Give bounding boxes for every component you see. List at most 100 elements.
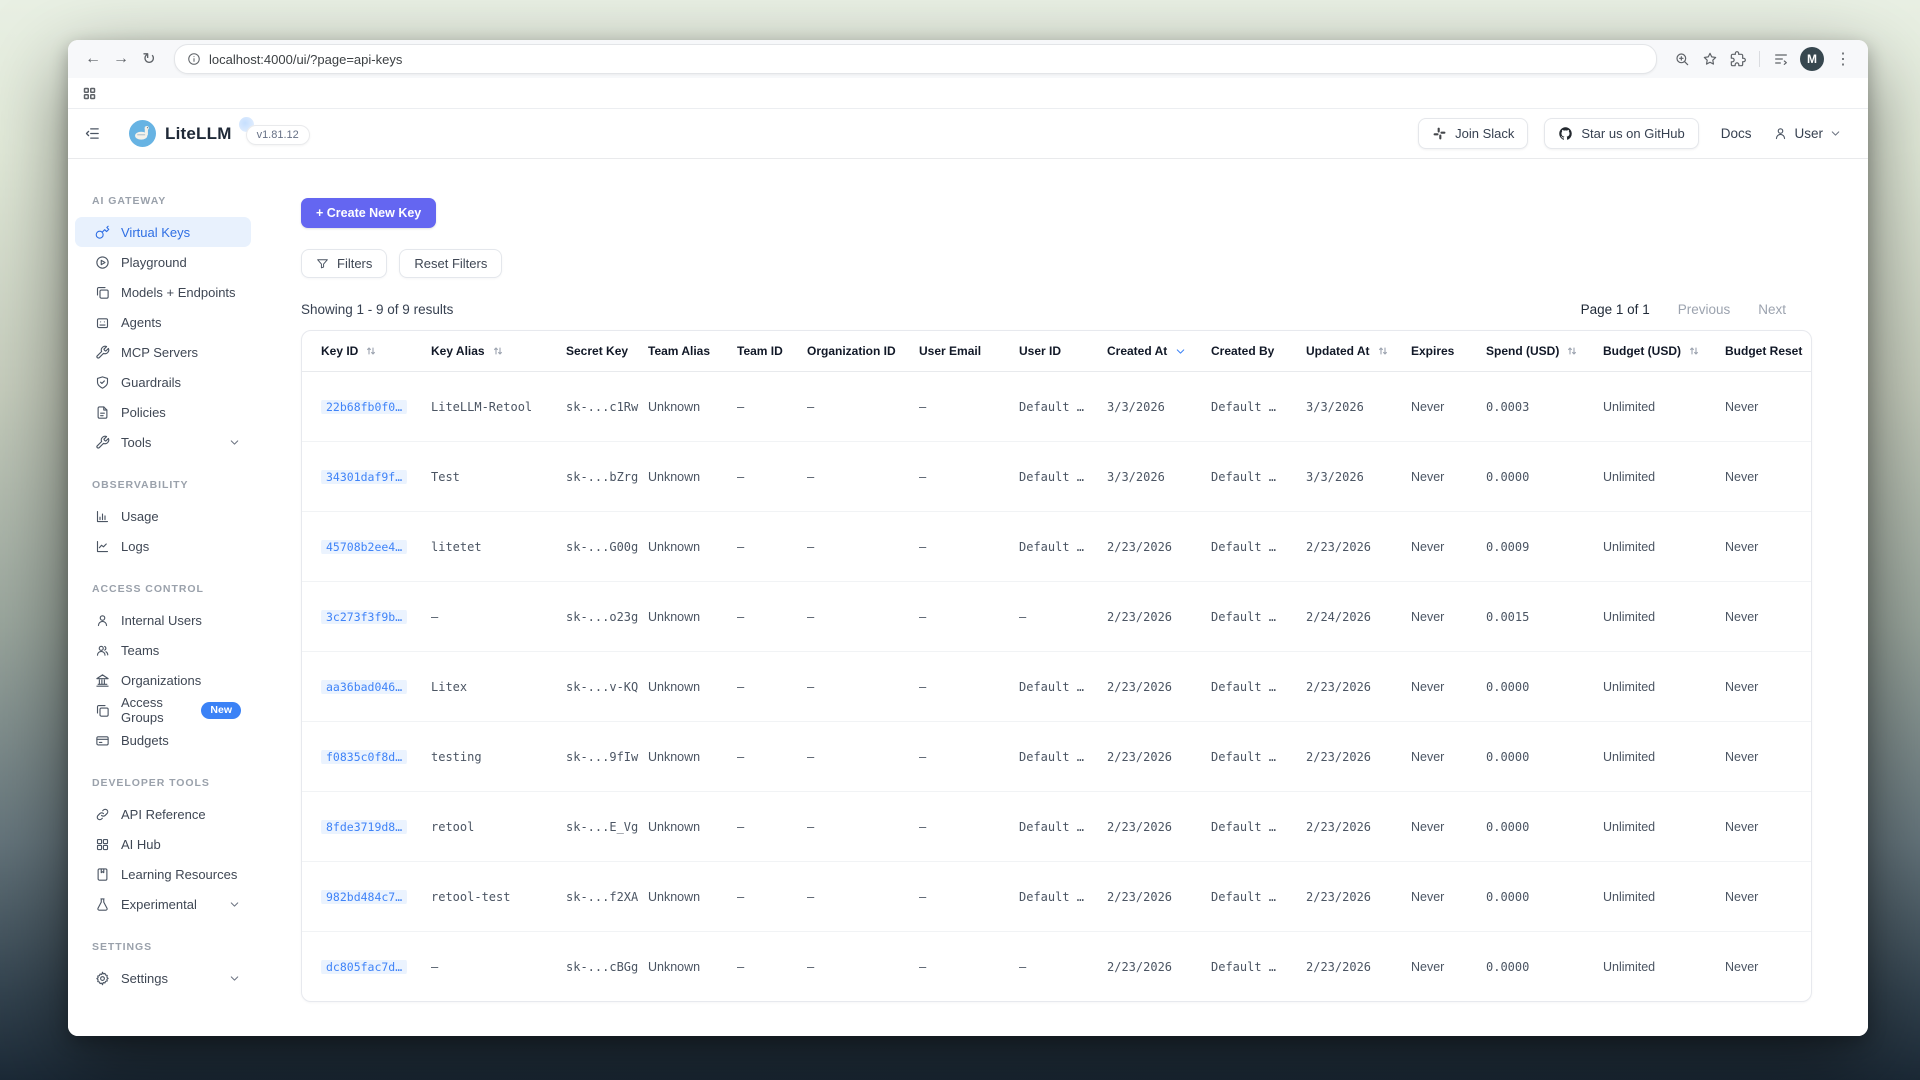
browser-menu-icon[interactable]: ⋮ [1830, 46, 1856, 72]
cell-updated-at: 2/23/2026 [1306, 750, 1411, 764]
profile-avatar[interactable]: M [1800, 47, 1824, 71]
sidebar-collapse-icon[interactable] [84, 125, 101, 142]
sidebar-item-label: Settings [121, 971, 168, 986]
key-id-link[interactable]: dc805fac7d… [321, 960, 407, 974]
column-header[interactable]: Budget Reset [1725, 344, 1811, 358]
key-id-link[interactable]: 982bd484c7… [321, 890, 407, 904]
reset-filters-button[interactable]: Reset Filters [399, 249, 502, 278]
sidebar-item[interactable]: Settings [75, 963, 251, 993]
column-header[interactable]: Created At [1107, 344, 1211, 358]
sort-icon[interactable] [1174, 345, 1187, 358]
sidebar-item[interactable]: Logs [75, 531, 251, 561]
column-header[interactable]: Team Alias [648, 344, 737, 358]
cell-budget: Unlimited [1603, 820, 1725, 834]
bank-icon [95, 673, 110, 688]
column-header[interactable]: Created By [1211, 344, 1306, 358]
key-id-link[interactable]: 34301daf9f… [321, 470, 407, 484]
sidebar-item[interactable]: Organizations [75, 665, 251, 695]
sidebar-section: DEVELOPER TOOLS API Reference [68, 777, 258, 919]
user-menu[interactable]: User [1773, 126, 1842, 141]
forward-button[interactable]: → [108, 46, 134, 72]
column-header[interactable]: Spend (USD) [1486, 344, 1603, 358]
column-header[interactable]: Key Alias [431, 344, 566, 358]
cell-created-by: Default … [1211, 540, 1306, 554]
column-header[interactable]: Organization ID [807, 344, 919, 358]
next-button[interactable]: Next [1758, 302, 1786, 317]
back-button[interactable]: ← [80, 46, 106, 72]
cell-created-by: Default … [1211, 960, 1306, 974]
github-star-button[interactable]: Star us on GitHub [1544, 118, 1698, 149]
extensions-icon[interactable] [1725, 46, 1751, 72]
docs-link[interactable]: Docs [1721, 126, 1752, 141]
cell-created-at: 2/23/2026 [1107, 890, 1211, 904]
reload-button[interactable]: ↻ [136, 46, 162, 72]
cell-user-id: – [1019, 610, 1107, 624]
key-id-link[interactable]: 3c273f3f9b… [321, 610, 407, 624]
sidebar-item[interactable]: API Reference [75, 799, 251, 829]
sort-icon[interactable] [1688, 345, 1700, 357]
cell-budget-reset: Never [1725, 820, 1811, 834]
cell-team-id: – [737, 890, 807, 904]
sidebar-item[interactable]: Models + Endpoints [75, 277, 251, 307]
sidebar-item[interactable]: Access Groups New [75, 695, 251, 725]
column-header[interactable]: Expires [1411, 344, 1486, 358]
sidebar-item[interactable]: AI Hub [75, 829, 251, 859]
key-id-link[interactable]: 8fde3719d8… [321, 820, 407, 834]
sidebar-item[interactable]: Internal Users [75, 605, 251, 635]
sidebar-item[interactable]: Usage [75, 501, 251, 531]
cell-expires: Never [1411, 890, 1486, 904]
cell-team-id: – [737, 960, 807, 974]
column-header[interactable]: User Email [919, 344, 1019, 358]
sidebar-item[interactable]: Playground [75, 247, 251, 277]
column-header[interactable]: Secret Key [566, 344, 648, 358]
column-header[interactable]: Team ID [737, 344, 807, 358]
cell-expires: Never [1411, 540, 1486, 554]
join-slack-button[interactable]: Join Slack [1418, 118, 1528, 149]
flask-icon [95, 897, 110, 912]
previous-button[interactable]: Previous [1678, 302, 1731, 317]
cell-team-id: – [737, 470, 807, 484]
zoom-icon[interactable] [1669, 46, 1695, 72]
address-bar[interactable]: localhost:4000/ui/?page=api-keys [174, 44, 1657, 74]
sidebar-item-label: Logs [121, 539, 149, 554]
sidebar-item[interactable]: Policies [75, 397, 251, 427]
sidebar-item[interactable]: Experimental [75, 889, 251, 919]
cell-team-alias: Unknown [648, 750, 737, 764]
sidebar-section-label: OBSERVABILITY [68, 479, 258, 491]
sidebar-item[interactable]: Guardrails [75, 367, 251, 397]
sidebar-item[interactable]: MCP Servers [75, 337, 251, 367]
sort-icon[interactable] [492, 345, 504, 357]
table-row: 8fde3719d8… retool sk-...E_Vg Unknown – … [302, 791, 1811, 861]
key-id-link[interactable]: 45708b2ee4… [321, 540, 407, 554]
side-panel-icon[interactable] [1768, 46, 1794, 72]
github-star-label: Star us on GitHub [1581, 126, 1684, 141]
key-id-link[interactable]: 22b68fb0f0… [321, 400, 407, 414]
column-header[interactable]: User ID [1019, 344, 1107, 358]
sidebar-item[interactable]: Learning Resources [75, 859, 251, 889]
column-header[interactable]: Key ID [321, 344, 431, 358]
wrench-icon [95, 345, 110, 360]
sort-icon[interactable] [1566, 345, 1578, 357]
info-icon[interactable] [187, 52, 201, 66]
sidebar-item[interactable]: Tools [75, 427, 251, 457]
sidebar-item[interactable]: Agents [75, 307, 251, 337]
sidebar-item[interactable]: Virtual Keys [75, 217, 251, 247]
sidebar-item-label: Experimental [121, 897, 197, 912]
litellm-app: LiteLLM v1.81.12 Join Slack Star us on G… [68, 109, 1868, 1036]
user-icon [1773, 126, 1788, 141]
bookmark-star-icon[interactable] [1697, 46, 1723, 72]
create-new-key-button[interactable]: + Create New Key [301, 198, 436, 228]
filters-button[interactable]: Filters [301, 249, 387, 278]
column-header[interactable]: Budget (USD) [1603, 344, 1725, 358]
column-header[interactable]: Updated At [1306, 344, 1411, 358]
sort-icon[interactable] [365, 345, 377, 357]
key-id-link[interactable]: aa36bad046… [321, 680, 407, 694]
sidebar-item[interactable]: Teams [75, 635, 251, 665]
cell-created-at: 2/23/2026 [1107, 540, 1211, 554]
key-id-link[interactable]: f0835c0f8d… [321, 750, 407, 764]
key-icon [95, 225, 110, 240]
cell-key-alias: testing [431, 750, 566, 764]
sidebar-item[interactable]: Budgets [75, 725, 251, 755]
sort-icon[interactable] [1377, 345, 1389, 357]
apps-grid-icon[interactable] [82, 86, 97, 101]
